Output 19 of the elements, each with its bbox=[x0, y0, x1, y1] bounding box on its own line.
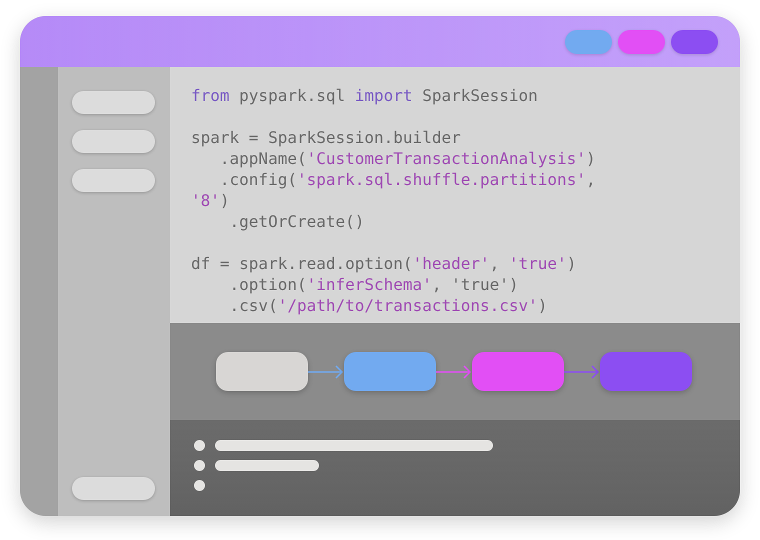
arrow-icon bbox=[308, 364, 344, 378]
code-line: .option('inferSchema', 'true') bbox=[228, 274, 520, 295]
code-line: spark = SparkSession.builder bbox=[191, 127, 462, 148]
sidebar-item[interactable] bbox=[72, 477, 155, 500]
window-control-button[interactable] bbox=[565, 30, 612, 54]
sidebar-item[interactable] bbox=[72, 130, 155, 153]
code-line: .csv('/path/to/transactions.csv') bbox=[228, 295, 548, 316]
code-line: '8') bbox=[191, 190, 231, 211]
window-control-button[interactable] bbox=[671, 30, 718, 54]
code-line: .appName('CustomerTransactionAnalysis') bbox=[218, 148, 597, 169]
sidebar-item[interactable] bbox=[72, 169, 155, 192]
window-control-button[interactable] bbox=[618, 30, 665, 54]
arrow-icon bbox=[564, 364, 600, 378]
sidebar-item[interactable] bbox=[72, 91, 155, 114]
code-line: from pyspark.sql import SparkSession bbox=[191, 85, 539, 106]
code-line: .config('spark.sql.shuffle.partitions', bbox=[218, 169, 597, 190]
arrow-icon bbox=[436, 364, 472, 378]
code-line: df = spark.read.option('header', 'true') bbox=[191, 253, 578, 274]
code-line: .getOrCreate() bbox=[228, 211, 366, 232]
